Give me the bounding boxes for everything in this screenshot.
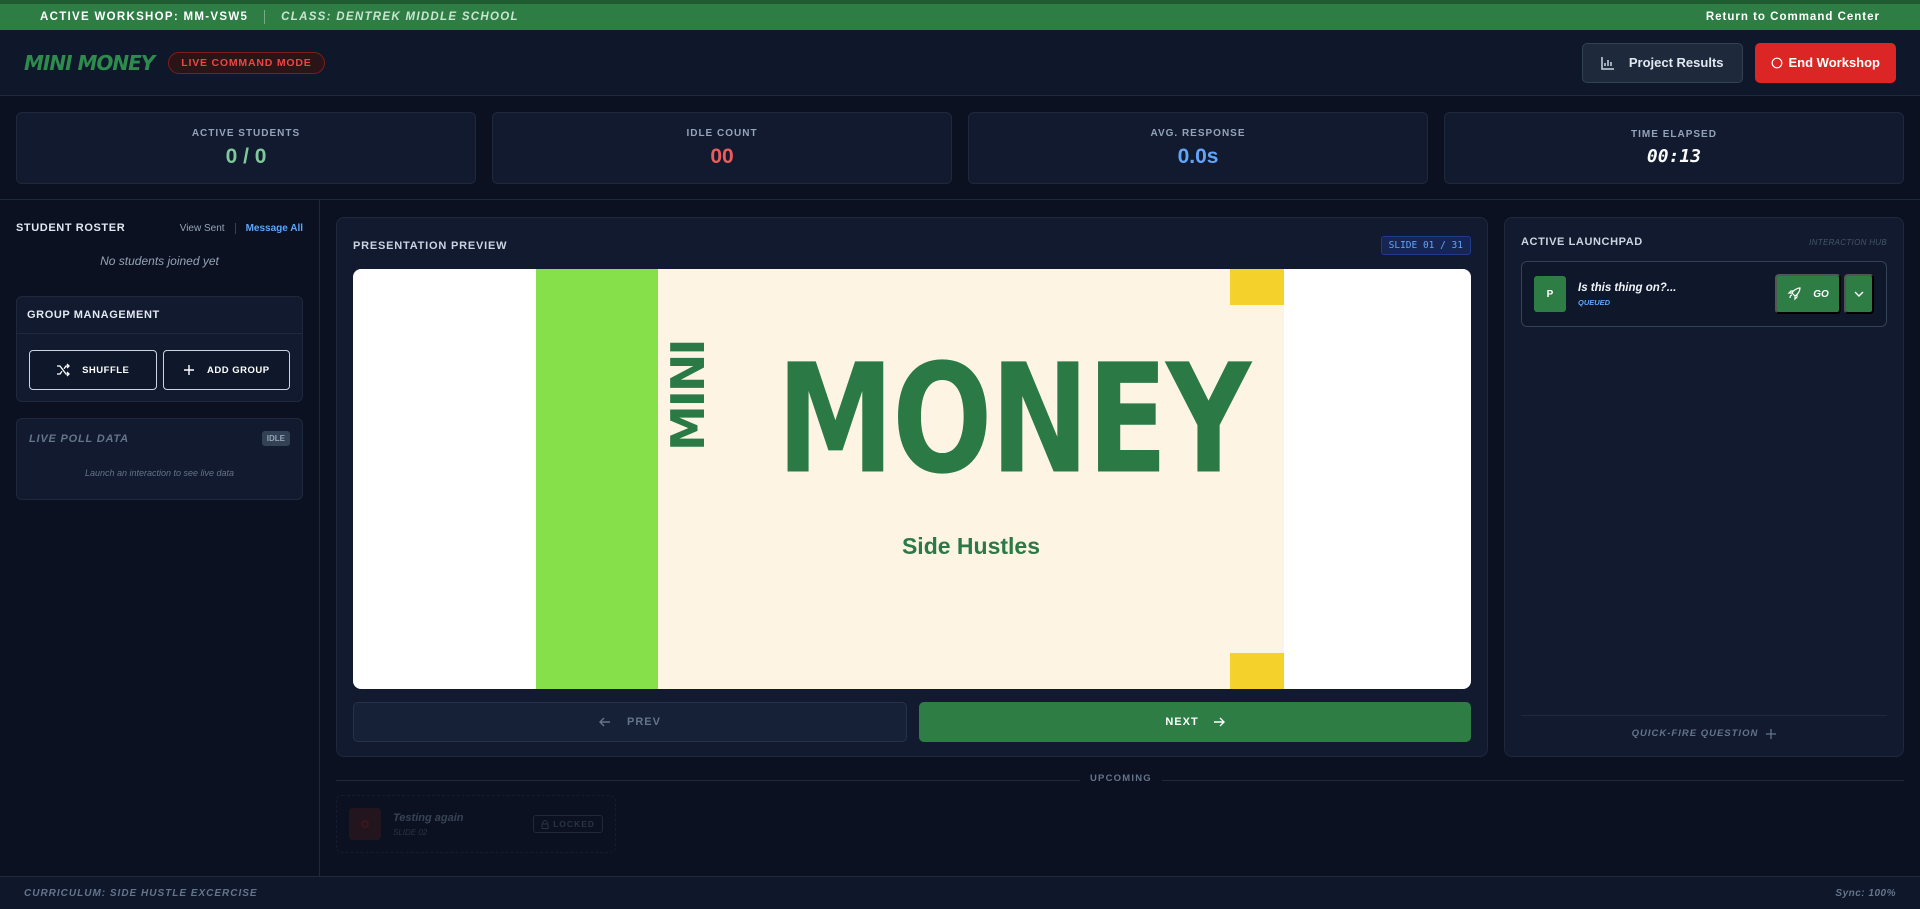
stat-label: TIME ELAPSED — [1631, 129, 1717, 140]
upcoming-label: UPCOMING — [1080, 773, 1162, 784]
next-label: NEXT — [1165, 716, 1199, 728]
plus-icon — [1766, 728, 1777, 739]
stat-label: AVG. RESPONSE — [1150, 127, 1246, 139]
live-poll-panel: LIVE POLL DATA IDLE Launch an interactio… — [16, 418, 303, 500]
interaction-status: QUEUED — [1578, 297, 1611, 307]
launchpad-header: ACTIVE LAUNCHPAD INTERACTION HUB — [1521, 236, 1887, 248]
add-group-label: ADD GROUP — [206, 364, 270, 376]
upcoming-item-slide: SLIDE 02 — [393, 827, 428, 837]
roster-header: STUDENT ROSTER View Sent Message All — [16, 222, 303, 234]
poll-status-badge: IDLE — [261, 431, 290, 446]
queued-interaction-card: P Is this thing on?... QUEUED GO — [1521, 261, 1887, 327]
poll-header: LIVE POLL DATA IDLE — [29, 431, 290, 446]
slide-subtitle: Side Hustles — [901, 533, 1041, 559]
return-to-command-center-link[interactable]: Return to Command Center — [1706, 11, 1880, 23]
launchpad-subtitle: INTERACTION HUB — [1809, 237, 1887, 247]
presentation-title: PRESENTATION PREVIEW — [353, 239, 508, 252]
go-label: GO — [1813, 288, 1829, 300]
slide-counter: SLIDE 01 / 31 — [1380, 236, 1471, 255]
chevron-down-icon — [1854, 291, 1864, 297]
slide-yellow-accent-bottom — [1230, 653, 1284, 689]
stat-time-elapsed: TIME ELAPSED 00:13 — [1444, 112, 1904, 184]
workshop-id: ACTIVE WORKSHOP: MM-VSW5 — [40, 11, 249, 23]
stat-value: 00:13 — [1646, 146, 1702, 167]
slide-logo-mini: MINI — [661, 340, 715, 451]
launchpad-title: ACTIVE LAUNCHPAD — [1521, 236, 1643, 248]
app-header: MINI MONEY LIVE COMMAND MODE Project Res… — [0, 30, 1920, 96]
upcoming-item-title: Testing again — [393, 811, 464, 824]
slide-navigation: PREV NEXT — [353, 702, 1471, 742]
rocket-icon — [1787, 287, 1801, 301]
live-mode-badge: LIVE COMMAND MODE — [168, 51, 325, 74]
stats-row: ACTIVE STUDENTS 0 / 0 IDLE COUNT 00 AVG.… — [16, 112, 1904, 184]
prev-slide-button[interactable]: PREV — [353, 702, 907, 742]
arrow-right-icon — [1213, 716, 1225, 728]
quick-fire-question-button[interactable]: QUICK-FIRE QUESTION — [1505, 728, 1903, 739]
presentation-header: PRESENTATION PREVIEW SLIDE 01 / 31 — [353, 236, 1471, 255]
roster-empty-message: No students joined yet — [100, 254, 219, 268]
locked-badge: LOCKED — [533, 815, 603, 833]
power-icon — [1771, 57, 1783, 69]
stat-value: 00 — [710, 144, 734, 168]
end-workshop-label: End Workshop — [1788, 55, 1880, 70]
sync-status: Sync: 100% — [1835, 887, 1896, 899]
gear-icon: ⚙ — [349, 808, 381, 840]
stat-value: 0 / 0 — [225, 144, 267, 168]
stat-active-students: ACTIVE STUDENTS 0 / 0 — [16, 112, 476, 184]
end-workshop-button[interactable]: End Workshop — [1754, 42, 1896, 83]
group-actions: SHUFFLE ADD GROUP — [17, 334, 302, 406]
slide-preview: MINI MONEY Side Hustles — [353, 269, 1471, 689]
next-slide-button[interactable]: NEXT — [919, 702, 1471, 742]
interaction-question: Is this thing on?... — [1578, 281, 1677, 294]
launchpad-footer-divider — [1521, 715, 1887, 716]
launch-go-button[interactable]: GO — [1775, 274, 1841, 314]
arrow-left-icon — [599, 716, 611, 728]
add-group-button[interactable]: ADD GROUP — [162, 350, 290, 390]
shuffle-button[interactable]: SHUFFLE — [29, 350, 157, 390]
shuffle-icon — [56, 363, 71, 377]
view-sent-link[interactable]: View Sent — [180, 222, 236, 234]
header-actions: Project Results End Workshop — [1581, 42, 1896, 83]
curriculum-label: CURRICULUM: SIDE HUSTLE EXCERCISE — [24, 887, 258, 899]
active-launchpad-panel: ACTIVE LAUNCHPAD INTERACTION HUB P Is th… — [1504, 217, 1904, 757]
roster-title: STUDENT ROSTER — [16, 222, 126, 234]
topbar-divider — [264, 10, 266, 24]
shuffle-label: SHUFFLE — [82, 364, 130, 376]
slide-logo-money: MONEY — [776, 330, 1252, 508]
stat-idle-count: IDLE COUNT 00 — [492, 112, 952, 184]
slide-yellow-accent-top — [1230, 269, 1284, 305]
group-management-title: GROUP MANAGEMENT — [17, 297, 302, 334]
upcoming-item-text: Testing again SLIDE 02 — [393, 812, 464, 837]
workshop-bar: ACTIVE WORKSHOP: MM-VSW5 CLASS: DENTREK … — [0, 0, 1920, 30]
status-footer: CURRICULUM: SIDE HUSTLE EXCERCISE Sync: … — [0, 876, 1920, 909]
lock-icon — [541, 819, 549, 829]
stat-avg-response: AVG. RESPONSE 0.0s — [968, 112, 1428, 184]
interaction-type-badge: P — [1534, 276, 1566, 312]
interaction-text: Is this thing on?... QUEUED — [1578, 282, 1676, 307]
upcoming-item: ⚙ Testing again SLIDE 02 LOCKED — [336, 795, 616, 853]
bar-chart-icon — [1601, 56, 1615, 70]
poll-title: LIVE POLL DATA — [29, 432, 129, 445]
group-management-panel: GROUP MANAGEMENT SHUFFLE ADD GROUP — [16, 296, 303, 402]
project-results-button[interactable]: Project Results — [1581, 42, 1743, 83]
logo: MINI MONEY — [24, 50, 155, 75]
locked-label: LOCKED — [553, 819, 595, 829]
stat-value: 0.0s — [1177, 144, 1219, 168]
plus-icon — [183, 364, 195, 376]
project-results-label: Project Results — [1628, 55, 1724, 70]
stat-label: IDLE COUNT — [686, 127, 758, 139]
message-all-link[interactable]: Message All — [236, 223, 303, 234]
launch-options-dropdown[interactable] — [1844, 274, 1874, 314]
prev-label: PREV — [627, 716, 661, 728]
class-name: CLASS: DENTREK MIDDLE SCHOOL — [281, 11, 519, 23]
slide-lime-stripe — [536, 269, 658, 689]
left-sidebar: STUDENT ROSTER View Sent Message All No … — [0, 200, 320, 876]
quick-fire-label: QUICK-FIRE QUESTION — [1631, 728, 1759, 739]
poll-empty-message: Launch an interaction to see live data — [84, 468, 235, 478]
presentation-preview-panel: PRESENTATION PREVIEW SLIDE 01 / 31 MINI … — [336, 217, 1488, 757]
stat-label: ACTIVE STUDENTS — [191, 127, 301, 139]
roster-links: View Sent Message All — [180, 222, 303, 234]
